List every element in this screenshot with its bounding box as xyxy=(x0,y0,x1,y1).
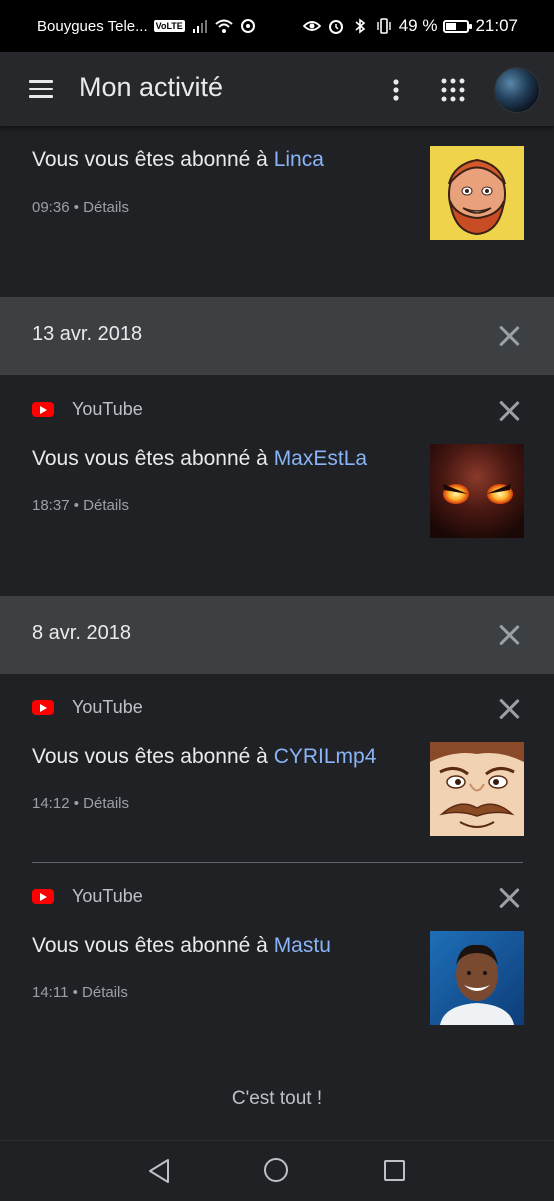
date-header: 13 avr. 2018 xyxy=(0,297,554,375)
status-bar: Bouygues Tele... VoLTE 49 % 21:07 xyxy=(0,0,554,52)
activity-text: Vous vous êtes abonné à xyxy=(32,745,274,768)
activity-meta: 14:12 • Détails xyxy=(32,795,129,812)
home-icon[interactable] xyxy=(264,1158,288,1182)
details-link[interactable]: Détails xyxy=(82,984,128,1001)
activity-text: Vous vous êtes abonné à xyxy=(32,934,274,957)
details-link[interactable]: Détails xyxy=(83,795,129,812)
battery-percent: 49 % xyxy=(398,16,438,35)
date-header: 8 avr. 2018 xyxy=(0,596,554,674)
meta-separator: • xyxy=(69,795,84,812)
channel-link[interactable]: CYRILmp4 xyxy=(274,745,377,768)
system-navigation-bar xyxy=(0,1140,554,1201)
vibrate-icon xyxy=(377,18,391,34)
source-label: YouTube xyxy=(72,399,143,419)
activity-time: 09:36 xyxy=(32,199,70,216)
channel-link[interactable]: Mastu xyxy=(274,934,331,957)
battery-icon xyxy=(443,19,473,33)
activity-meta: 18:37 • Détails xyxy=(32,497,129,514)
activity-meta: 14:11 • Détails xyxy=(32,984,128,1001)
activity-time: 18:37 xyxy=(32,497,70,514)
recent-apps-icon[interactable] xyxy=(384,1160,405,1181)
meta-separator: • xyxy=(69,199,84,216)
item-divider xyxy=(32,862,523,863)
carrier-label: Bouygues Tele... xyxy=(37,17,148,35)
battery-fill xyxy=(446,22,457,30)
activity-time: 14:11 xyxy=(32,984,69,1001)
apps-grid-icon[interactable] xyxy=(440,77,466,103)
channel-thumbnail[interactable] xyxy=(430,742,524,836)
details-link[interactable]: Détails xyxy=(83,199,129,216)
wifi-icon xyxy=(215,19,233,33)
delete-item-close-icon[interactable] xyxy=(498,400,520,422)
signal-icon xyxy=(192,20,207,33)
date-label: 13 avr. 2018 xyxy=(32,323,143,345)
youtube-icon xyxy=(32,700,54,715)
activity-title: Vous vous êtes abonné à Mastu xyxy=(32,934,331,958)
meta-separator: • xyxy=(68,984,83,1001)
delete-day-close-icon[interactable] xyxy=(498,325,520,347)
delete-day-close-icon[interactable] xyxy=(498,624,520,646)
activity-title: Vous vous êtes abonné à Linca xyxy=(32,148,324,172)
activity-text: Vous vous êtes abonné à xyxy=(32,447,274,470)
date-label: 8 avr. 2018 xyxy=(32,622,131,644)
delete-item-close-icon[interactable] xyxy=(498,887,520,909)
activity-source: YouTube xyxy=(32,697,143,718)
page-title: Mon activité xyxy=(79,72,224,102)
activity-meta: 09:36 • Détails xyxy=(32,199,129,216)
source-label: YouTube xyxy=(72,697,143,717)
activity-time: 14:12 xyxy=(32,795,70,812)
back-icon[interactable] xyxy=(147,1158,171,1184)
activity-source: YouTube xyxy=(32,886,143,907)
channel-link[interactable]: Linca xyxy=(274,148,324,171)
activity-title: Vous vous êtes abonné à CYRILmp4 xyxy=(32,745,376,769)
youtube-icon xyxy=(32,889,54,904)
activity-text: Vous vous êtes abonné à xyxy=(32,148,274,171)
youtube-icon xyxy=(32,402,54,417)
alarm-icon xyxy=(328,20,343,34)
more-vert-icon[interactable] xyxy=(388,76,404,104)
meta-separator: • xyxy=(69,497,84,514)
channel-thumbnail[interactable] xyxy=(430,146,524,240)
bluetooth-icon xyxy=(355,18,365,34)
data-saver-icon xyxy=(240,19,255,33)
clock: 21:07 xyxy=(475,16,518,35)
hamburger-menu-icon[interactable] xyxy=(29,80,53,98)
account-avatar[interactable] xyxy=(494,67,540,113)
channel-thumbnail[interactable] xyxy=(430,931,524,1025)
activity-source: YouTube xyxy=(32,399,143,420)
details-link[interactable]: Détails xyxy=(83,497,129,514)
channel-thumbnail[interactable] xyxy=(430,444,524,538)
app-bar: Mon activité xyxy=(0,52,554,126)
delete-item-close-icon[interactable] xyxy=(498,698,520,720)
activity-title: Vous vous êtes abonné à MaxEstLa xyxy=(32,447,367,471)
eye-icon xyxy=(302,21,321,31)
volte-badge: VoLTE xyxy=(153,20,185,32)
end-of-list-message: C'est tout ! xyxy=(231,1088,323,1109)
source-label: YouTube xyxy=(72,886,143,906)
channel-link[interactable]: MaxEstLa xyxy=(274,447,367,470)
